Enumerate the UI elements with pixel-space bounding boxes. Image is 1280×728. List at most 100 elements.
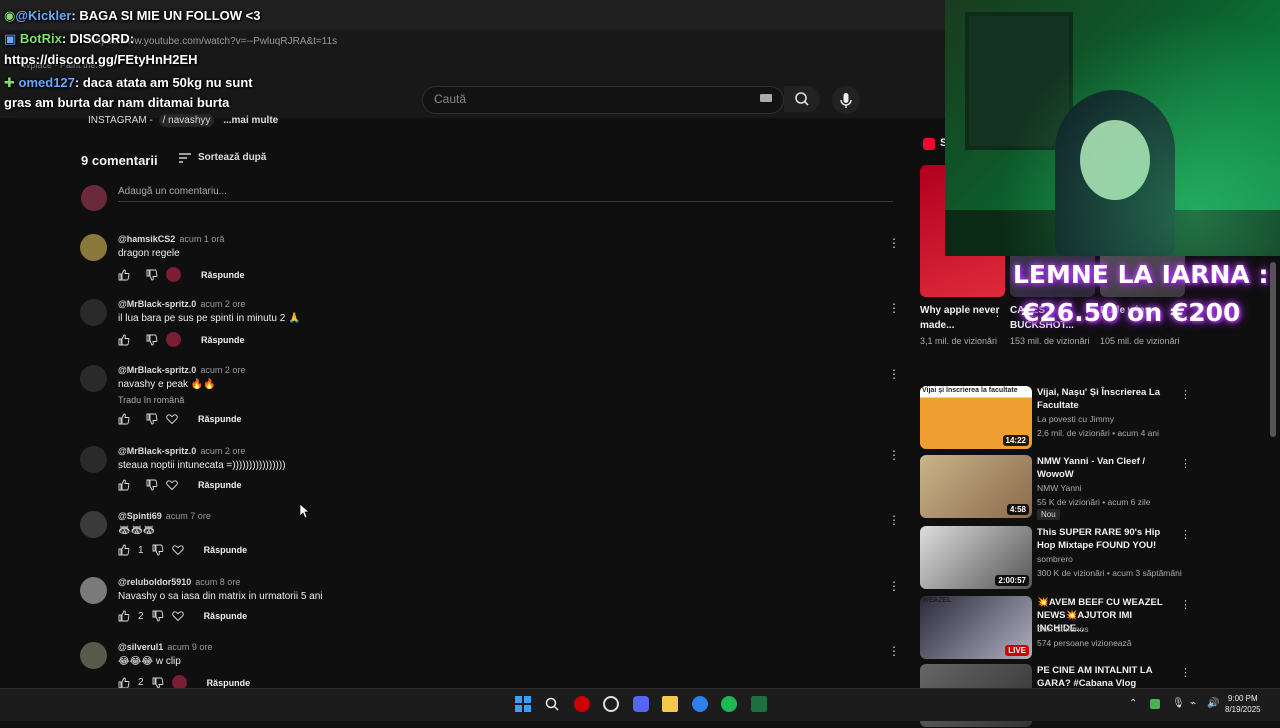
thumbs-up-icon[interactable] <box>118 269 130 281</box>
comment-time[interactable]: acum 2 ore <box>200 299 245 309</box>
video-channel[interactable]: sombrero <box>1037 554 1073 564</box>
comment-time[interactable]: acum 8 ore <box>195 577 240 587</box>
comment-time[interactable]: acum 1 oră <box>179 234 224 244</box>
comment-time[interactable]: acum 9 ore <box>167 642 212 652</box>
excel-icon[interactable] <box>751 696 767 712</box>
thumbs-down-icon[interactable] <box>146 413 158 425</box>
search-icon[interactable] <box>544 696 560 712</box>
obs-icon[interactable] <box>603 696 619 712</box>
more-icon[interactable]: ⋮ <box>1180 388 1191 401</box>
video-channel[interactable]: Don Stefanos <box>1037 624 1089 634</box>
more-icon[interactable]: ⋮ <box>888 579 900 593</box>
comment-time[interactable]: acum 2 ore <box>200 446 245 456</box>
search-input[interactable] <box>422 86 784 114</box>
sort-icon[interactable] <box>178 152 192 167</box>
add-comment-input[interactable]: Adaugă un comentariu... <box>118 186 227 197</box>
comment-time[interactable]: acum 2 ore <box>200 365 245 375</box>
windows-start-icon[interactable] <box>515 696 531 712</box>
video-thumbnail[interactable]: WEAZEL LIVE <box>920 596 1032 659</box>
recommended-video[interactable]: Vijai și înscrierea la facultate 14:22 Vi… <box>920 386 1191 450</box>
heart-icon[interactable] <box>171 610 184 622</box>
more-icon[interactable]: ⋮ <box>888 644 900 658</box>
more-icon[interactable]: ⋮ <box>888 301 900 315</box>
reply-button[interactable]: Răspunde <box>198 480 242 490</box>
comment-author[interactable]: @hamsikCS2 acum 1 oră <box>118 234 224 244</box>
more-icon[interactable]: ⋮ <box>888 513 900 527</box>
thumbs-up-icon[interactable] <box>118 413 130 425</box>
system-clock[interactable]: 9:00 PM 8/19/2025 <box>1225 693 1261 715</box>
reply-button[interactable]: Răspunde <box>207 678 251 688</box>
thumbs-down-icon[interactable] <box>152 677 164 689</box>
tray-app-icon[interactable] <box>1150 699 1160 709</box>
avatar[interactable] <box>80 642 107 669</box>
more-icon[interactable]: ⋮ <box>888 367 900 381</box>
thumbs-down-icon[interactable] <box>146 269 158 281</box>
thumbs-up-icon[interactable] <box>118 610 130 622</box>
comment-author[interactable]: @MrBlack-spritz.0 acum 2 ore <box>118 446 245 456</box>
thumbs-down-icon[interactable] <box>146 334 158 346</box>
translate-link[interactable]: Tradu în română <box>118 395 184 405</box>
thumbs-up-icon[interactable] <box>118 479 130 491</box>
show-more-link[interactable]: ...mai multe <box>223 115 278 126</box>
instagram-handle[interactable]: / navashyy <box>158 114 215 127</box>
comment-author[interactable]: @silverul1 acum 9 ore <box>118 642 212 652</box>
more-icon[interactable]: ⋮ <box>1180 666 1191 679</box>
avatar[interactable] <box>80 365 107 392</box>
reply-button[interactable]: Răspunde <box>201 270 245 280</box>
more-icon[interactable]: ⋮ <box>1180 457 1191 470</box>
youtube-app-icon[interactable] <box>574 696 590 712</box>
video-title[interactable]: PE CINE AM INTALNIT LA GARA? #Cabana Vlo… <box>1037 664 1172 690</box>
reply-button[interactable]: Răspunde <box>204 611 248 621</box>
more-icon[interactable]: ⋮ <box>888 236 900 250</box>
video-channel[interactable]: NMW Yanni <box>1037 483 1082 493</box>
more-icon[interactable]: ⋮ <box>888 448 900 462</box>
heart-icon[interactable] <box>171 544 184 556</box>
recommended-video[interactable]: 2:00:57 This SUPER RARE 90's Hip Hop Mix… <box>920 526 1191 590</box>
thumbs-up-icon[interactable] <box>118 677 130 689</box>
video-title[interactable]: Vijai, Nașu' Și Înscrierea La Facultate <box>1037 386 1172 412</box>
thumbs-up-icon[interactable] <box>118 544 130 556</box>
avatar[interactable] <box>80 299 107 326</box>
comment-author[interactable]: @reluboldor5910 acum 8 ore <box>118 577 240 587</box>
thumbs-down-icon[interactable] <box>146 479 158 491</box>
network-icon[interactable]: ⌁ <box>1190 698 1196 709</box>
reply-button[interactable]: Răspunde <box>201 335 245 345</box>
avatar[interactable] <box>80 511 107 538</box>
microphone-icon[interactable]: 🎙 <box>1172 698 1185 709</box>
discord-icon[interactable] <box>633 696 649 712</box>
spotify-icon[interactable] <box>721 696 737 712</box>
more-icon[interactable]: ⋮ <box>1180 598 1191 611</box>
thumbs-up-icon[interactable] <box>118 334 130 346</box>
thumbs-down-icon[interactable] <box>152 610 164 622</box>
recommended-video[interactable]: 4:58 NMW Yanni - Van Cleef / WowoW NMW Y… <box>920 455 1191 520</box>
address-bar[interactable]: https://www.youtube.com/watch?v=--PwluqR… <box>90 33 610 51</box>
recommended-video[interactable]: WEAZEL LIVE 💥AVEM BEEF CU WEAZEL NEWS💥AJU… <box>920 596 1191 660</box>
short-title[interactable]: Why apple never made... <box>920 303 1000 333</box>
reply-button[interactable]: Răspunde <box>198 414 242 424</box>
chevron-up-icon[interactable]: ⌃ <box>1129 698 1137 709</box>
comment-time[interactable]: acum 7 ore <box>166 511 211 521</box>
comment-author[interactable]: @MrBlack-spritz.0 acum 2 ore <box>118 299 245 309</box>
browser-icon[interactable] <box>692 696 708 712</box>
more-icon[interactable]: ⋮ <box>1180 528 1191 541</box>
avatar[interactable] <box>80 234 107 261</box>
more-icon[interactable]: ⋮ <box>992 306 1003 319</box>
thumbs-down-icon[interactable] <box>152 544 164 556</box>
file-explorer-icon[interactable] <box>662 696 678 712</box>
heart-icon[interactable] <box>166 479 178 491</box>
video-title[interactable]: NMW Yanni - Van Cleef / WowoW <box>1037 455 1172 481</box>
video-channel[interactable]: La povesti cu Jimmy <box>1037 414 1114 424</box>
comment-author[interactable]: @MrBlack-spritz.0 acum 2 ore <box>118 365 245 375</box>
sort-button[interactable]: Sortează după <box>198 152 266 163</box>
heart-icon[interactable] <box>166 413 178 425</box>
comment-author[interactable]: @Spinti69 acum 7 ore <box>118 511 211 521</box>
keyboard-icon[interactable] <box>760 94 772 102</box>
video-thumbnail[interactable]: 4:58 <box>920 455 1032 518</box>
reply-button[interactable]: Răspunde <box>204 545 248 555</box>
avatar[interactable] <box>80 446 107 473</box>
voice-search-button[interactable] <box>832 86 860 114</box>
scrollbar[interactable] <box>1270 262 1276 437</box>
video-thumbnail[interactable]: Vijai și înscrierea la facultate 14:22 <box>920 386 1032 449</box>
search-button[interactable] <box>784 86 820 112</box>
volume-icon[interactable]: 🔊 <box>1207 698 1219 709</box>
